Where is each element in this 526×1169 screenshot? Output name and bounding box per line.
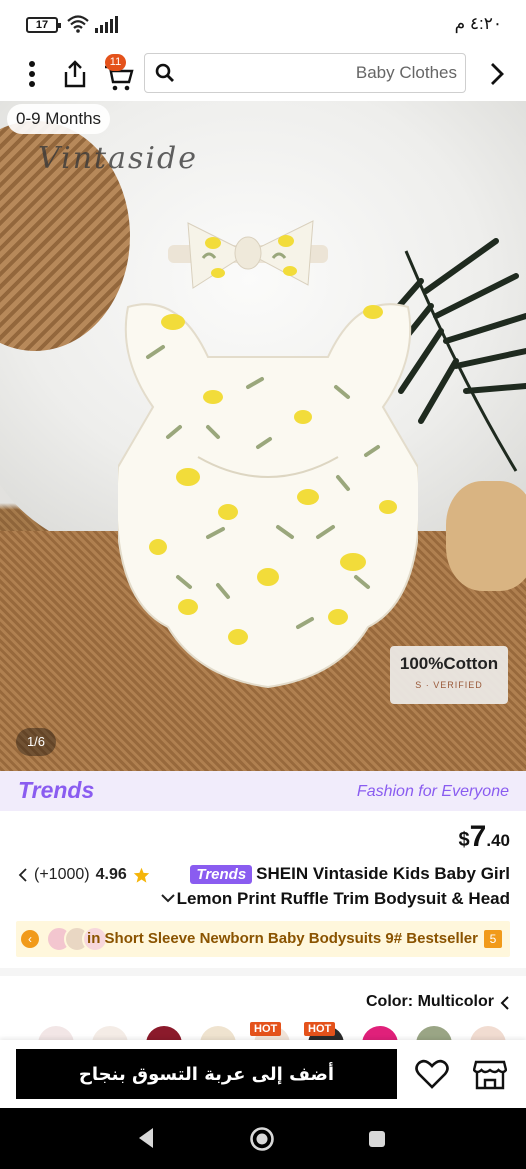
trends-tag: Trends: [190, 864, 253, 884]
hot-badge: HOT: [304, 1022, 336, 1036]
clock: ٤:٢٠ م: [454, 14, 502, 33]
signal-icon: [95, 16, 118, 33]
review-count: (+1000): [34, 866, 90, 883]
price-integer: 7: [469, 820, 487, 853]
color-selector-label[interactable]: Color: Multicolor: [366, 993, 494, 1011]
cotton-badge-subtitle: S · VERIFIED: [415, 680, 483, 690]
bestseller-rank-icon: 5: [484, 930, 502, 948]
forward-button[interactable]: [482, 56, 512, 92]
section-divider: [0, 968, 526, 976]
chevron-left-icon: [18, 868, 27, 882]
kebab-menu-icon: [29, 61, 35, 87]
star-icon: [133, 867, 149, 883]
cart-count-badge: 11: [105, 54, 126, 71]
recents-icon[interactable]: [368, 1130, 386, 1148]
heart-icon: [415, 1059, 449, 1089]
cotton-verified-badge: 100%Cotton S · VERIFIED: [390, 646, 508, 704]
product-title-line-2: Lemon Print Ruffle Trim Bodysuit & Head: [176, 889, 510, 908]
rating-summary[interactable]: (+1000) 4.96: [18, 866, 150, 884]
cart-button[interactable]: 11: [100, 54, 138, 92]
product-image-gallery[interactable]: Vintaside 0-9 Months 100%Cotton S · VERI…: [0, 101, 526, 771]
hot-badge: HOT: [250, 1022, 282, 1036]
system-navigation-bar: [0, 1108, 526, 1169]
background-wooden-toy: [446, 481, 526, 591]
trends-tagline: Fashion for Everyone: [356, 783, 509, 800]
color-value: Multicolor: [417, 993, 494, 1010]
bestseller-text: in Short Sleeve Newborn Baby Bodysuits 9…: [87, 930, 478, 947]
age-range-chip: 0-9 Months: [7, 104, 111, 134]
status-bar: 17 ٤:٢٠ م: [0, 0, 526, 50]
price-decimal: .40: [486, 831, 510, 850]
arrow-left-circle-icon: ‹: [21, 930, 39, 948]
home-icon[interactable]: [249, 1126, 275, 1152]
battery-icon: 17: [26, 17, 61, 33]
add-to-cart-button[interactable]: أضف إلى عربة التسوق بنجاح: [16, 1049, 397, 1099]
price-currency: $: [458, 829, 470, 851]
back-icon[interactable]: [137, 1127, 155, 1149]
chevron-right-icon: [491, 63, 504, 85]
product-price: $7.40: [459, 820, 510, 854]
chevron-left-icon[interactable]: [500, 995, 510, 1011]
bestseller-banner[interactable]: ‹ in Short Sleeve Newborn Baby Bodysuits…: [16, 921, 510, 957]
bottom-action-bar: أضف إلى عربة التسوق بنجاح: [0, 1040, 526, 1108]
share-button[interactable]: [58, 56, 92, 92]
store-button[interactable]: [470, 1054, 510, 1094]
wifi-icon: [67, 15, 89, 33]
more-options-button[interactable]: [16, 56, 48, 92]
search-input[interactable]: [185, 55, 457, 91]
trends-banner[interactable]: Trends Fashion for Everyone: [0, 771, 526, 811]
battery-level: 17: [35, 19, 49, 31]
romper-illustration: [118, 303, 418, 689]
brand-watermark: Vintaside: [38, 141, 198, 176]
top-nav: 11: [0, 50, 526, 100]
wishlist-button[interactable]: [412, 1054, 452, 1094]
rating-score: 4.96: [95, 866, 127, 883]
search-icon: [155, 63, 174, 82]
search-bar[interactable]: [144, 53, 466, 93]
store-icon: [473, 1060, 507, 1090]
chevron-down-icon[interactable]: [161, 893, 175, 903]
cotton-badge-title: 100%Cotton: [399, 654, 499, 673]
trends-logo: Trends: [18, 777, 95, 803]
product-title-line-1: Trends SHEIN Vintaside Kids Baby Girl: [190, 864, 510, 884]
color-label: Color:: [366, 993, 414, 1010]
product-title-text: SHEIN Vintaside Kids Baby Girl: [256, 864, 510, 883]
headband-bow-illustration: [168, 220, 328, 289]
image-counter: 1/6: [16, 728, 56, 756]
share-icon: [64, 60, 86, 88]
